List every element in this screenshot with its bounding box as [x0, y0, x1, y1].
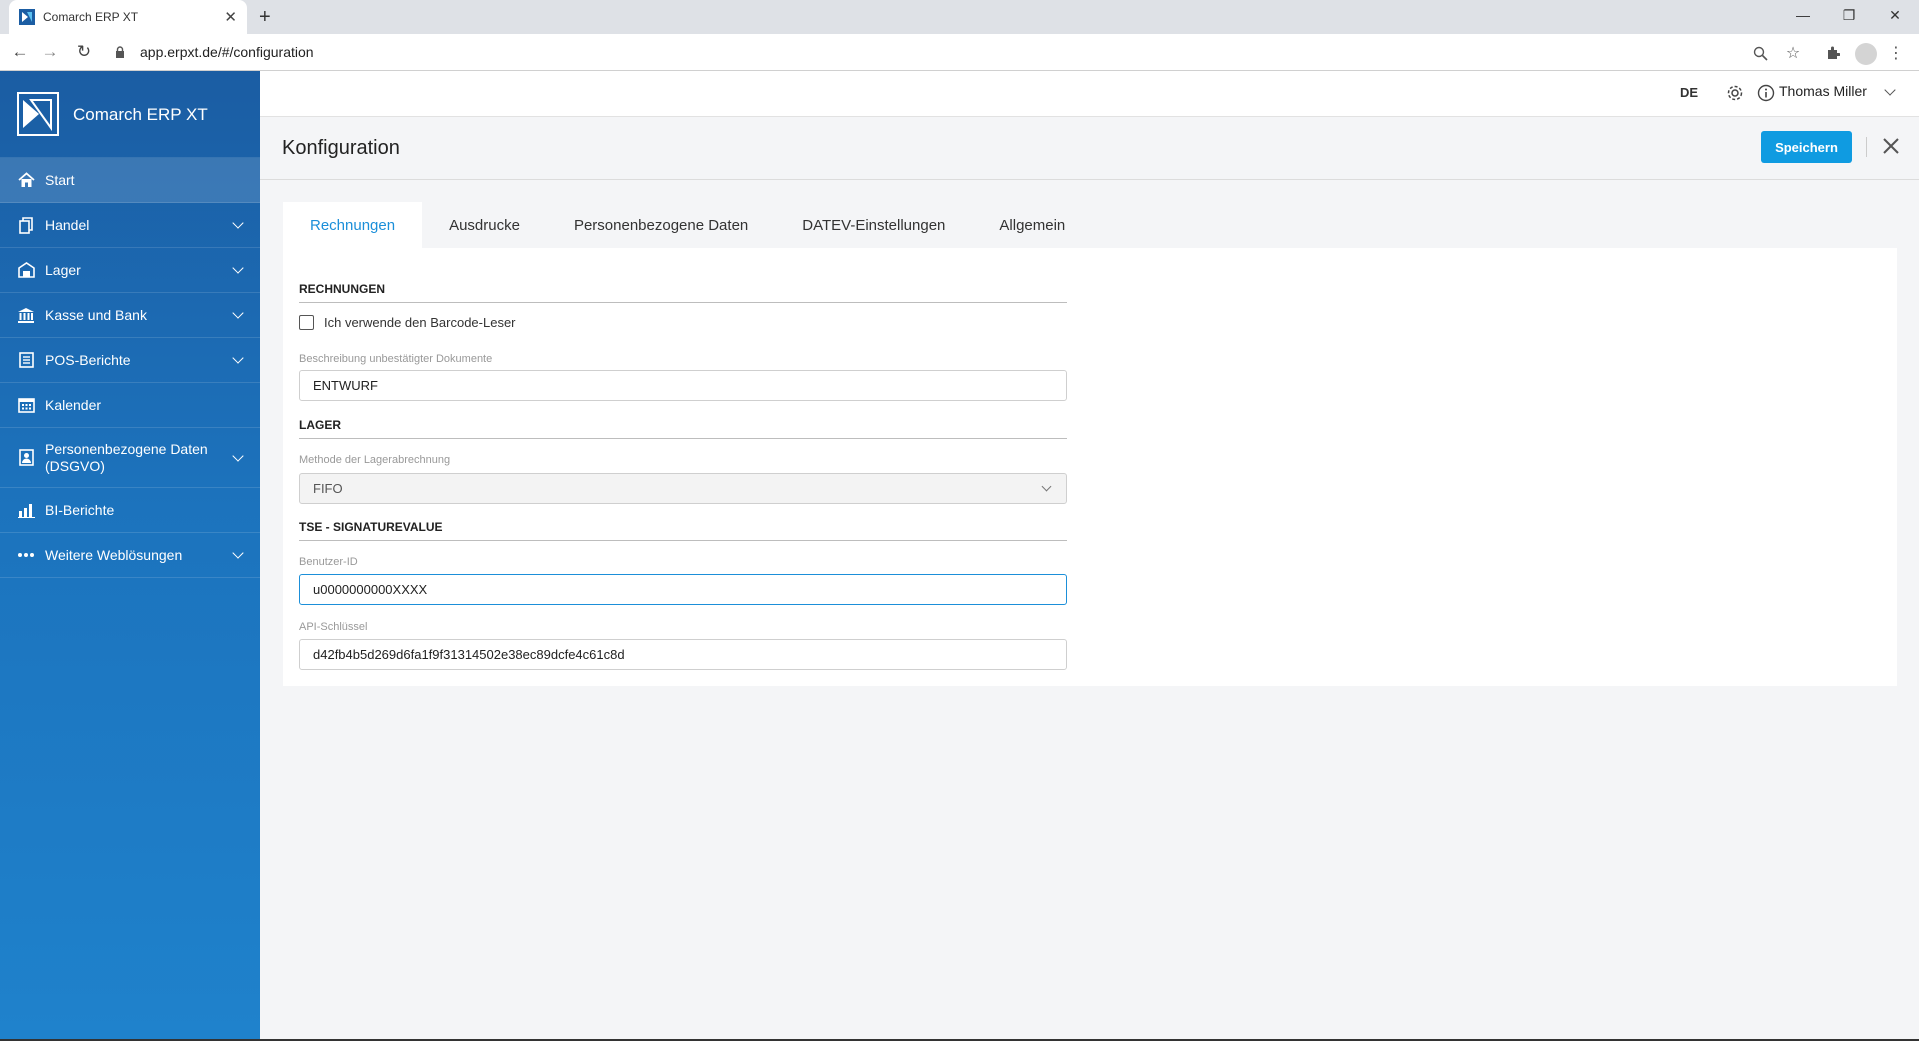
app-header: DE Thomas Miller: [260, 71, 1919, 117]
config-tabs: Rechnungen Ausdrucke Personenbezogene Da…: [283, 202, 1092, 248]
comarch-logo-icon: [17, 92, 59, 136]
sidebar-item-label: BI-Berichte: [45, 501, 115, 518]
page-title: Konfiguration: [282, 137, 400, 159]
api-key-field[interactable]: d42fb4b5d269d6fa1f9f31314502e38ec89dcfe4…: [299, 639, 1067, 670]
save-button[interactable]: Speichern: [1761, 131, 1852, 163]
tab-allgemein[interactable]: Allgemein: [972, 202, 1092, 248]
info-icon[interactable]: [1756, 83, 1776, 103]
language-switch[interactable]: DE: [1680, 85, 1698, 100]
tab-ausdrucke[interactable]: Ausdrucke: [422, 202, 547, 248]
browser-tab[interactable]: Comarch ERP XT ✕: [9, 0, 247, 34]
section-heading-rechnungen: RECHNUNGEN: [299, 282, 1067, 303]
report-icon: [17, 351, 35, 369]
method-select-value: FIFO: [313, 481, 343, 496]
reload-icon[interactable]: ↻: [72, 40, 96, 64]
minimize-icon[interactable]: —: [1780, 0, 1826, 30]
sidebar: Comarch ERP XT Start Handel Lager Kasse …: [0, 71, 260, 1041]
sidebar-item-label: POS-Berichte: [45, 351, 131, 368]
browser-tabbar: Comarch ERP XT ✕ + — ❐ ✕: [0, 0, 1919, 34]
back-icon[interactable]: ←: [8, 40, 32, 64]
method-field-label: Methode der Lagerabrechnung: [299, 454, 451, 466]
chevron-down-icon[interactable]: [1884, 84, 1896, 96]
barcode-checkbox-row[interactable]: Ich verwende den Barcode-Leser: [299, 315, 516, 330]
user-id-field-label: Benutzer-ID: [299, 556, 358, 568]
brand-name: Comarch ERP XT: [73, 104, 208, 124]
url-field[interactable]: app.erpxt.de/#/configuration: [140, 44, 314, 60]
sidebar-item-label: Kasse und Bank: [45, 306, 147, 323]
bookmark-star-icon[interactable]: ☆: [1782, 42, 1804, 64]
bar-chart-icon: [17, 501, 35, 519]
sidebar-item-label: Kalender: [45, 396, 102, 413]
extensions-icon[interactable]: [1822, 42, 1844, 64]
bank-icon: [17, 306, 35, 324]
window-close-icon[interactable]: ✕: [1872, 0, 1918, 30]
sidebar-item-lager[interactable]: Lager: [0, 248, 260, 293]
person-card-icon: [17, 449, 35, 467]
api-key-field-label: API-Schlüssel: [299, 621, 368, 633]
user-menu[interactable]: Thomas Miller: [1779, 83, 1867, 99]
browser-tab-title: Comarch ERP XT: [43, 10, 139, 24]
close-icon[interactable]: [1876, 131, 1906, 161]
documents-icon: [17, 216, 35, 234]
warehouse-icon: [17, 261, 35, 279]
restore-icon[interactable]: ❐: [1826, 0, 1872, 30]
barcode-checkbox[interactable]: [299, 315, 314, 330]
comarch-favicon-icon: [19, 9, 35, 25]
sidebar-item-personenbezogene-daten[interactable]: Personenbezogene Daten (DSGVO): [0, 428, 260, 488]
divider: [1866, 137, 1867, 157]
browser-menu-icon[interactable]: ⋮: [1885, 42, 1907, 64]
chevron-down-icon: [1041, 481, 1052, 492]
home-icon: [17, 171, 35, 189]
more-dots-icon: [17, 546, 35, 564]
sidebar-item-label: Personenbezogene Daten (DSGVO): [45, 440, 208, 474]
description-field[interactable]: ENTWURF: [299, 370, 1067, 401]
profile-avatar[interactable]: [1855, 43, 1877, 65]
barcode-checkbox-label: Ich verwende den Barcode-Leser: [324, 315, 516, 330]
sidebar-item-label: Start: [45, 171, 75, 188]
tab-rechnungen[interactable]: Rechnungen: [283, 202, 423, 248]
new-tab-button[interactable]: +: [259, 5, 271, 29]
sidebar-item-weitere-webloesungen[interactable]: Weitere Weblösungen: [0, 533, 260, 578]
tab-datev-einstellungen[interactable]: DATEV-Einstellungen: [775, 202, 972, 248]
user-id-field[interactable]: u0000000000XXXX: [299, 574, 1067, 605]
forward-icon[interactable]: →: [38, 40, 62, 64]
browser-addressbar: ← → ↻ app.erpxt.de/#/configuration ☆ ⋮: [0, 34, 1919, 71]
sidebar-item-label: Lager: [45, 261, 81, 278]
sidebar-item-label: Weitere Weblösungen: [45, 546, 183, 563]
page-titlebar: Konfiguration Speichern: [260, 117, 1919, 180]
sidebar-item-kalender[interactable]: Kalender: [0, 383, 260, 428]
zoom-icon[interactable]: [1749, 42, 1771, 64]
description-field-label: Beschreibung unbestätigter Dokumente: [299, 353, 493, 365]
method-select[interactable]: FIFO: [299, 473, 1067, 504]
sidebar-item-handel[interactable]: Handel: [0, 203, 260, 248]
sidebar-item-label: Handel: [45, 216, 90, 233]
sidebar-item-kasse-und-bank[interactable]: Kasse und Bank: [0, 293, 260, 338]
tab-personenbezogene-daten[interactable]: Personenbezogene Daten: [547, 202, 775, 248]
brand[interactable]: Comarch ERP XT: [0, 71, 260, 158]
section-heading-lager: LAGER: [299, 418, 1067, 439]
sidebar-item-pos-berichte[interactable]: POS-Berichte: [0, 338, 260, 383]
close-tab-icon[interactable]: ✕: [224, 8, 237, 26]
section-heading-tse: TSE - SIGNATUREVALUE: [299, 520, 1067, 541]
sidebar-item-start[interactable]: Start: [0, 158, 260, 203]
sidebar-item-bi-berichte[interactable]: BI-Berichte: [0, 488, 260, 533]
gear-icon[interactable]: [1725, 83, 1745, 103]
config-panel: RECHNUNGEN Ich verwende den Barcode-Lese…: [283, 248, 1897, 686]
calendar-icon: [17, 396, 35, 414]
lock-icon: [116, 46, 124, 58]
